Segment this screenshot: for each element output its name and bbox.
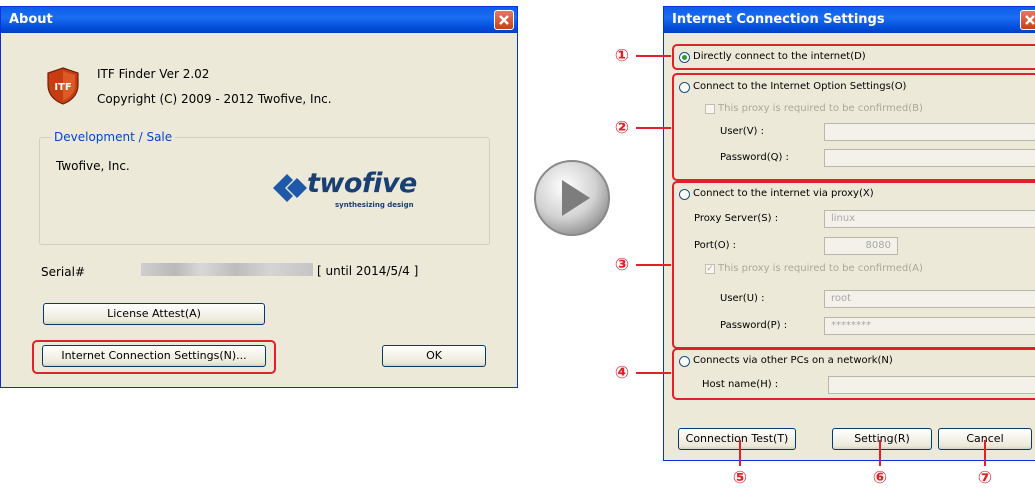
proxy-label[interactable]: Connect to the internet via proxy(X) — [693, 188, 874, 199]
callout-2: ② — [614, 118, 630, 138]
ie-user-label: User(V) : — [720, 126, 764, 137]
about-titlebar[interactable]: About — [1, 7, 517, 33]
callout-4-line — [636, 372, 671, 374]
connection-test-button[interactable]: Connection Test(T) — [678, 428, 796, 450]
proxy-server-label: Proxy Server(S) : — [694, 213, 779, 224]
callout-5: ⑤ — [732, 468, 748, 488]
about-close-button[interactable] — [494, 10, 514, 30]
host-name-label: Host name(H) : — [702, 379, 779, 390]
proxy-confirm-checkbox[interactable]: ✓ — [705, 264, 715, 274]
serial-blurred — [141, 263, 313, 276]
callout-7-line — [984, 440, 986, 466]
settings-title: Internet Connection Settings — [672, 12, 885, 27]
twofive-logo: twofive synthesizing design — [273, 167, 473, 215]
ie-password-field[interactable] — [824, 149, 1035, 167]
proxy-confirm-label: This proxy is required to be confirmed(A… — [718, 263, 923, 274]
proxy-user-field[interactable]: root — [824, 290, 1035, 308]
callout-5-line — [739, 440, 741, 466]
callout-6-line — [879, 440, 881, 466]
proxy-server-field[interactable]: linux — [824, 210, 1035, 228]
logo-word: twofive — [307, 168, 417, 199]
ie-user-field[interactable] — [824, 123, 1035, 141]
logo-tagline: synthesizing design — [335, 201, 414, 209]
callout-1: ① — [614, 46, 630, 66]
ie-confirm-label: This proxy is required to be confirmed(B… — [718, 103, 923, 114]
callout-2-line — [636, 127, 671, 129]
direct-connect-radio[interactable] — [679, 52, 690, 63]
serial-until: [ until 2014/5/4 ] — [317, 264, 419, 278]
proxy-radio[interactable] — [679, 189, 690, 200]
callout-3-line — [636, 264, 671, 266]
license-attest-button[interactable]: License Attest(A) — [43, 303, 265, 325]
close-icon — [499, 15, 509, 25]
arrow-play-icon — [532, 158, 612, 238]
callout-4: ④ — [614, 363, 630, 383]
proxy-user-label: User(U) : — [720, 293, 765, 304]
callout-3: ③ — [614, 255, 630, 275]
about-dialog: About ITF ITF Finder Ver 2.02 Copyright … — [0, 6, 518, 388]
close-icon — [1025, 15, 1035, 25]
connection-settings-dialog: Internet Connection Settings Directly co… — [663, 6, 1035, 461]
callout-1-line — [636, 55, 671, 57]
callout-6: ⑥ — [872, 468, 888, 488]
other-pc-radio[interactable] — [679, 356, 690, 367]
company-name: Twofive, Inc. — [56, 159, 130, 173]
port-field[interactable]: 8080 — [824, 237, 898, 255]
group-label: Development / Sale — [51, 130, 176, 144]
settings-close-button[interactable] — [1020, 10, 1035, 30]
ie-password-label: Password(Q) : — [720, 152, 789, 163]
about-title: About — [9, 12, 53, 27]
setting-button[interactable]: Setting(R) — [832, 428, 932, 450]
callout-7: ⑦ — [977, 468, 993, 488]
ie-options-label[interactable]: Connect to the Internet Option Settings(… — [693, 81, 906, 92]
port-label: Port(O) : — [694, 240, 737, 251]
ie-options-radio[interactable] — [679, 82, 690, 93]
other-pc-label[interactable]: Connects via other PCs on a network(N) — [693, 355, 893, 366]
direct-connect-label[interactable]: Directly connect to the internet(D) — [693, 51, 866, 62]
proxy-password-field[interactable]: ******** — [824, 317, 1035, 335]
app-name: ITF Finder Ver 2.02 — [97, 67, 210, 81]
copyright-text: Copyright (C) 2009 - 2012 Twofive, Inc. — [97, 92, 332, 106]
svg-text:ITF: ITF — [54, 82, 71, 93]
host-name-field[interactable] — [828, 376, 1035, 394]
settings-titlebar[interactable]: Internet Connection Settings — [664, 7, 1035, 33]
ie-confirm-checkbox[interactable] — [705, 104, 715, 114]
itf-app-icon: ITF — [46, 67, 80, 105]
proxy-password-label: Password(P) : — [720, 320, 788, 331]
internet-connection-settings-button[interactable]: Internet Connection Settings(N)... — [42, 345, 266, 367]
ok-button[interactable]: OK — [382, 345, 486, 367]
serial-label: Serial# — [41, 265, 86, 279]
